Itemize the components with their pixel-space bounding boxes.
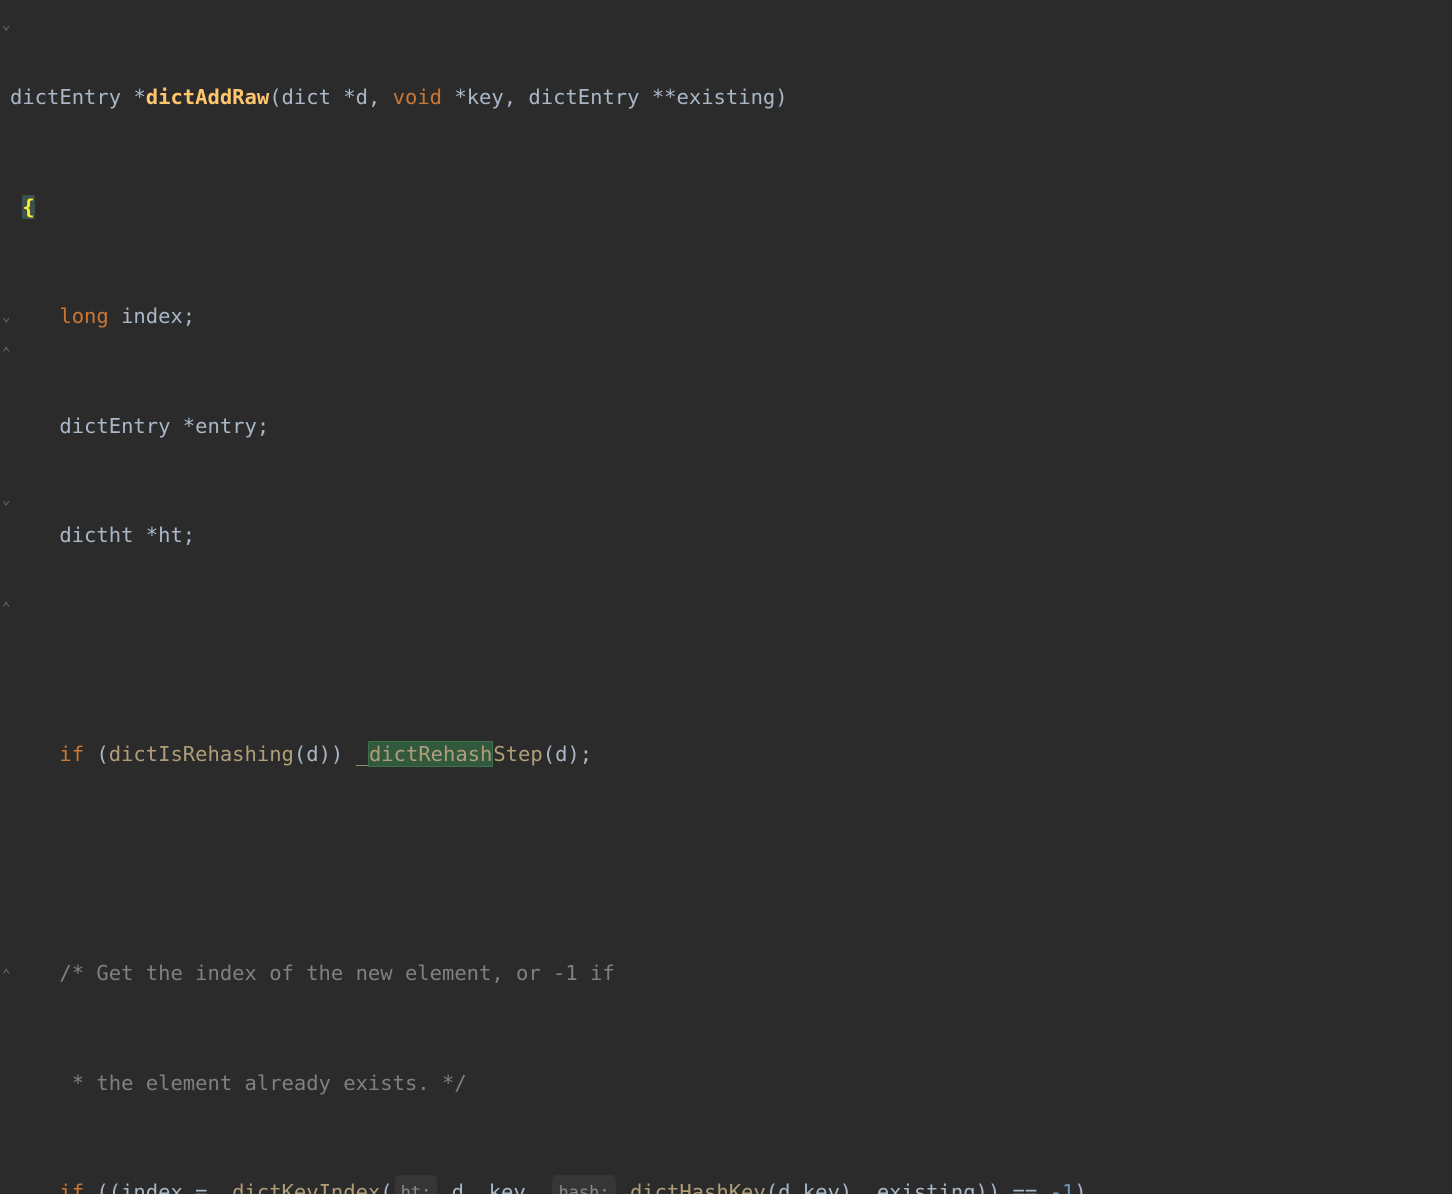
open-brace: { — [22, 195, 34, 219]
code-area[interactable]: dictEntry *dictAddRaw(dict *d, void *key… — [0, 6, 1452, 1194]
fold-end-icon: ⌃ — [2, 601, 16, 615]
decl-entry: dictEntry *entry; — [59, 414, 269, 438]
method-start-icon: ⌄ — [2, 18, 16, 32]
fold-icon: ⌄ — [2, 310, 16, 324]
fn-signature: dictEntry *dictAddRaw(dict *d, void *key… — [10, 79, 1452, 116]
call-_dictKeyIndex: _dictKeyIndex — [220, 1180, 380, 1194]
fn-name: dictAddRaw — [146, 85, 269, 109]
param-hint-ht: ht: — [395, 1175, 438, 1194]
ret-type: dictEntry — [10, 85, 121, 109]
fold-icon: ⌄ — [2, 493, 16, 507]
fold-end-icon: ⌃ — [2, 346, 16, 360]
code-editor[interactable]: ⌄ ⌄ ⌃ ⌄ ⌃ ⌃ dictEntry *dictAddRaw(dict *… — [0, 0, 1452, 1194]
long-kw: long — [59, 304, 108, 328]
method-end-icon: ⌃ — [2, 968, 16, 982]
search-highlight: dictRehash — [368, 741, 493, 767]
comment: /* Get the index of the new element, or … — [59, 961, 614, 985]
call-dictHashKey: dictHashKey — [630, 1180, 766, 1194]
decl-ht: dictht *ht; — [59, 523, 195, 547]
param-hint-hash: hash: — [552, 1175, 615, 1194]
call-dictIsRehashing: dictIsRehashing — [109, 742, 294, 766]
